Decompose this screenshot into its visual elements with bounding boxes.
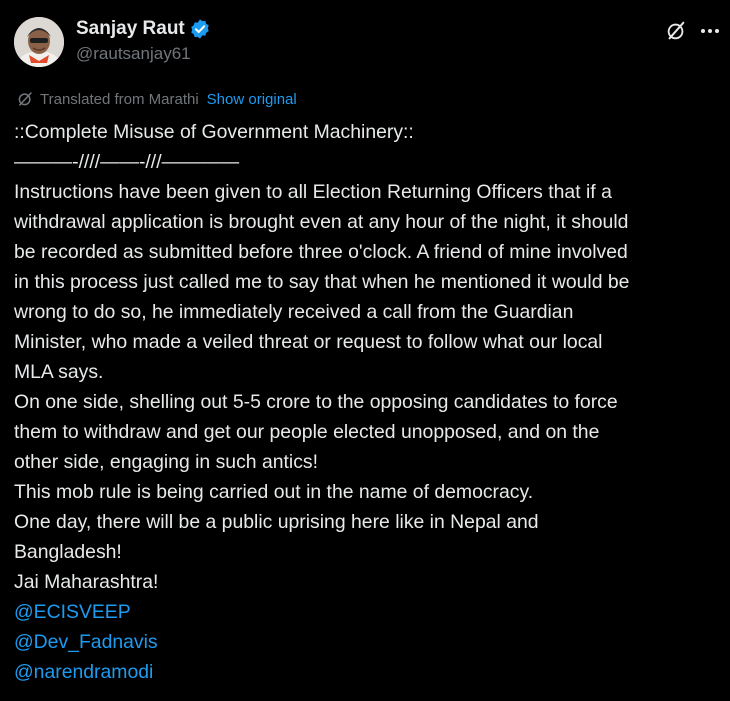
mention-link-dev-fadnavis[interactable]: @Dev_Fadnavis bbox=[14, 627, 720, 657]
author-display-name[interactable]: Sanjay Raut bbox=[76, 18, 185, 40]
tweet-line: This mob rule is being carried out in th… bbox=[14, 481, 534, 503]
tweet-line: other side, engaging in such antics! bbox=[14, 451, 318, 473]
tweet-text: ::Complete Misuse of Government Machiner… bbox=[14, 117, 720, 687]
author-handle[interactable]: @rautsanjay61 bbox=[76, 44, 191, 64]
tweet-line: One day, there will be a public uprising… bbox=[14, 511, 539, 533]
tweet-line: On one side, shelling out 5-5 crore to t… bbox=[14, 391, 618, 413]
mention-link-ecisveep[interactable]: @ECISVEEP bbox=[14, 597, 720, 627]
tweet-line: Minister, who made a veiled threat or re… bbox=[14, 331, 603, 353]
mention-link-narendramodi[interactable]: @narendramodi bbox=[14, 657, 720, 687]
tweet-line: be recorded as submitted before three o'… bbox=[14, 241, 628, 263]
more-icon[interactable] bbox=[696, 19, 724, 43]
verified-badge-icon bbox=[189, 18, 211, 40]
tweet-line: in this process just called me to say th… bbox=[14, 271, 630, 293]
avatar-image bbox=[14, 17, 64, 67]
tweet-line: Instructions have been given to all Elec… bbox=[14, 181, 612, 203]
translate-icon bbox=[16, 90, 34, 108]
tweet-line: ———-////——-///———— bbox=[14, 151, 240, 173]
tweet-line: Bangladesh! bbox=[14, 541, 122, 563]
show-original-link[interactable]: Show original bbox=[207, 91, 297, 108]
tweet-line: withdrawal application is brought even a… bbox=[14, 211, 629, 233]
grok-icon[interactable] bbox=[664, 19, 688, 43]
author-name-row: Sanjay Raut bbox=[76, 18, 211, 40]
tweet: Sanjay Raut @rautsanjay61 Translated fro… bbox=[0, 0, 730, 701]
tweet-line: them to withdraw and get our people elec… bbox=[14, 421, 600, 443]
tweet-line: Jai Maharashtra! bbox=[14, 571, 159, 593]
translation-row: Translated from Marathi Show original bbox=[16, 90, 297, 108]
avatar[interactable] bbox=[14, 17, 64, 67]
tweet-line: MLA says. bbox=[14, 361, 104, 383]
tweet-line: ::Complete Misuse of Government Machiner… bbox=[14, 121, 414, 143]
tweet-line: wrong to do so, he immediately received … bbox=[14, 301, 574, 323]
translated-label: Translated from Marathi bbox=[40, 90, 199, 108]
